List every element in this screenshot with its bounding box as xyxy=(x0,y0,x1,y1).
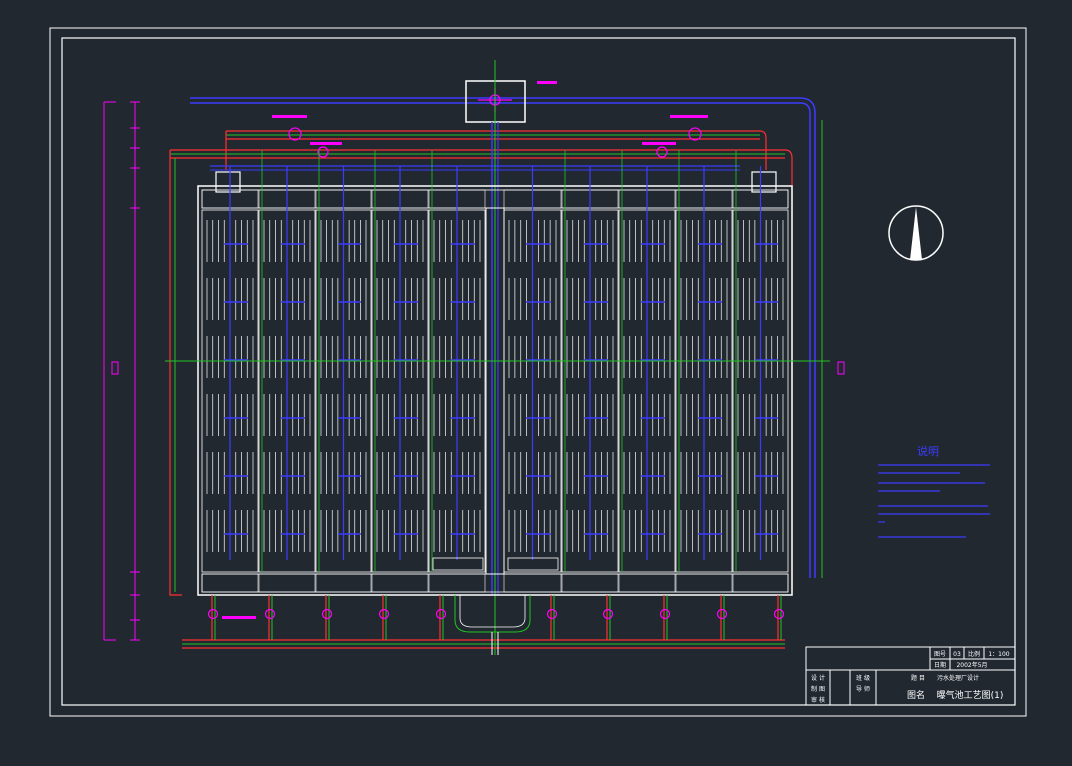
notes-lines xyxy=(878,464,990,538)
drawing-name-label: 图名 xyxy=(907,689,925,701)
valve-icon xyxy=(435,608,447,620)
cad-drawing: 说明 图号 03 比例 1：100 日期 2002年5月 设 计 制 图 审 核… xyxy=(49,27,1027,717)
outlet-cell xyxy=(732,573,789,593)
review-label: 审 核 xyxy=(811,696,825,704)
supervisor-label: 导 师 xyxy=(856,685,870,693)
magenta-tags xyxy=(222,81,708,619)
valve-icon xyxy=(773,608,785,620)
outlet-cell xyxy=(618,573,676,593)
drafting-label: 制 图 xyxy=(811,685,825,693)
north-arrow-icon xyxy=(888,205,944,261)
scale-label: 比例 xyxy=(968,650,980,658)
valve-icon xyxy=(378,608,390,620)
valve-icon xyxy=(264,608,276,620)
bottom-valves xyxy=(207,595,785,640)
topic-label: 题 目 xyxy=(911,675,925,682)
outlet-cell xyxy=(503,573,562,593)
drawing-name: 曝气池工艺图(1) xyxy=(937,689,1004,701)
inlet-box-right xyxy=(751,171,777,193)
valve-icon xyxy=(321,608,333,620)
scale-value: 1：100 xyxy=(988,651,1009,658)
valve-icon xyxy=(602,608,614,620)
valve-icon xyxy=(659,608,671,620)
date-value: 2002年5月 xyxy=(956,661,987,669)
outlet-cell xyxy=(561,573,619,593)
drawing-no-label: 图号 xyxy=(934,651,946,658)
outlet-cell xyxy=(201,573,259,593)
inlet-box-left xyxy=(215,171,241,193)
drawing-no: 03 xyxy=(953,651,961,658)
valve-icon xyxy=(546,608,558,620)
outlet-cell xyxy=(675,573,733,593)
valve-icon xyxy=(207,608,219,620)
topic-value: 污水处理厂设计 xyxy=(937,674,979,682)
valve-icon xyxy=(716,608,728,620)
outlet-cell xyxy=(428,573,486,593)
outlet-cell xyxy=(371,573,429,593)
left-dimension xyxy=(103,101,140,641)
top-main-pipes xyxy=(169,97,823,596)
class-label: 班 级 xyxy=(856,674,870,682)
date-label: 日期 xyxy=(934,661,946,669)
outlet-cell xyxy=(315,573,372,593)
design-label: 设 计 xyxy=(811,674,825,682)
notes-heading: 说明 xyxy=(917,444,939,458)
outlet-cell xyxy=(258,573,316,593)
